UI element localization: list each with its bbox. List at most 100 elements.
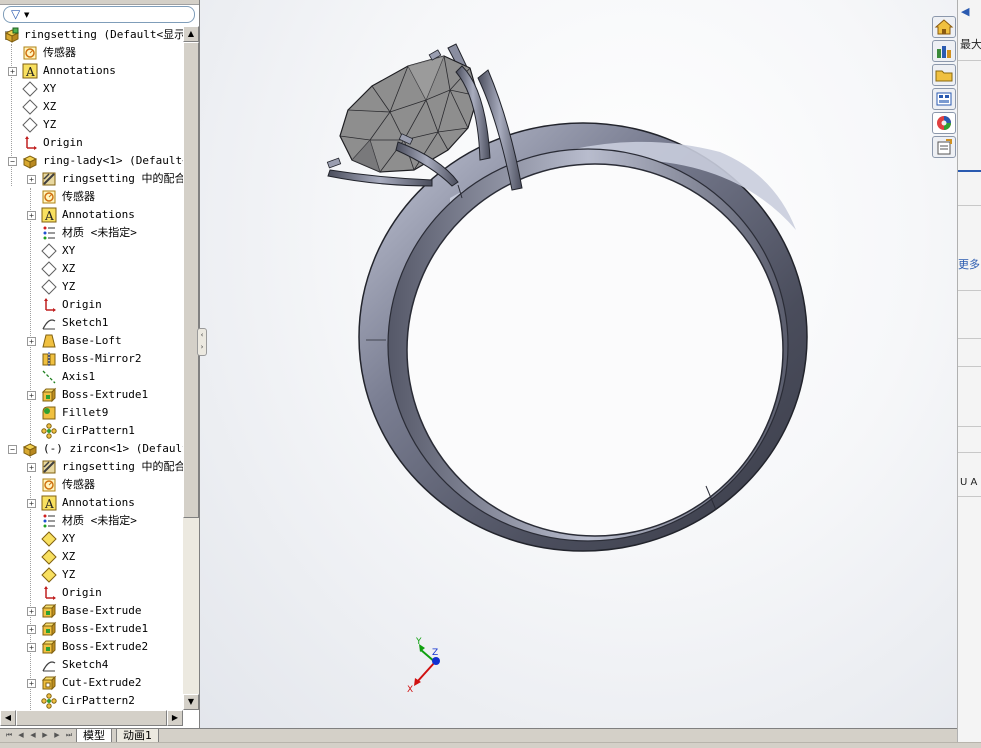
scroll-down-button[interactable]: ▼ <box>183 694 199 710</box>
tree-item[interactable]: YZ <box>0 566 183 584</box>
tree-item[interactable]: + ringsetting 中的配合 <box>0 458 183 476</box>
tree-item[interactable]: Origin <box>0 134 183 152</box>
tab-motion-study[interactable]: 动画1 <box>116 729 159 743</box>
scroll-up-button[interactable]: ▲ <box>183 26 199 42</box>
design-library-icon[interactable] <box>932 40 956 62</box>
expand-icon[interactable]: + <box>27 463 36 472</box>
tree-item[interactable]: + Boss-Extrude1 <box>0 386 183 404</box>
sensor-icon <box>22 45 38 61</box>
tree-item-label: ringsetting 中的配合 <box>62 460 183 473</box>
tree-item[interactable]: XY <box>0 80 183 98</box>
tree-item[interactable]: Sketch4 <box>0 656 183 674</box>
expand-icon[interactable]: + <box>27 625 36 634</box>
svg-text:A: A <box>44 497 54 511</box>
adjacent-window-link[interactable]: 更多 <box>958 258 980 272</box>
scroll-left-button[interactable]: ◀ <box>0 710 16 726</box>
expand-icon[interactable]: + <box>27 337 36 346</box>
collapse-icon[interactable]: − <box>8 157 17 166</box>
view-palette-icon[interactable] <box>932 88 956 110</box>
tree-item[interactable]: + A Annotations <box>0 206 183 224</box>
tree-item[interactable]: YZ <box>0 116 183 134</box>
next-tab-icon[interactable]: ▶ <box>40 730 50 741</box>
expand-icon[interactable]: + <box>27 499 36 508</box>
expand-icon[interactable]: + <box>27 175 36 184</box>
tree-horizontal-scrollbar[interactable]: ◀ ▶ <box>0 710 183 726</box>
tree-item[interactable]: + Cut-Extrude2 <box>0 674 183 692</box>
annotations-icon: A <box>41 495 57 511</box>
tree-item[interactable]: CirPattern1 <box>0 422 183 440</box>
loft-icon <box>41 333 57 349</box>
tree-vertical-scrollbar[interactable]: ▲ ▼ <box>183 26 199 710</box>
tree-item[interactable]: −ringsetting (Default<显示 <box>0 26 183 44</box>
tree-item[interactable]: 传感器 <box>0 476 183 494</box>
tree-item[interactable]: + Base-Loft <box>0 332 183 350</box>
tab-model[interactable]: 模型 <box>76 729 112 743</box>
status-bar <box>0 742 981 748</box>
tree-item[interactable]: Fillet9 <box>0 404 183 422</box>
mates-icon <box>41 459 57 475</box>
expand-icon[interactable]: + <box>8 67 17 76</box>
tree-item[interactable]: 材质 <未指定> <box>0 224 183 242</box>
tree-item[interactable]: 传感器 <box>0 44 183 62</box>
tree-item[interactable]: + A Annotations <box>0 62 183 80</box>
cut-extrude-icon <box>41 675 57 691</box>
solidworks-window: ▽ ▼ −ringsetting (Default<显示传感器+AAnnotat… <box>0 0 981 748</box>
tree-item[interactable]: − (-) zircon<1> (Default< <box>0 440 183 458</box>
tree-item[interactable]: Origin <box>0 296 183 314</box>
tree-item-label: Annotations <box>62 496 135 509</box>
expand-icon[interactable]: + <box>27 211 36 220</box>
tree-item-label: Sketch4 <box>62 658 109 671</box>
feature-filter-input[interactable]: ▽ ▼ <box>3 6 195 23</box>
file-explorer-icon[interactable] <box>932 64 956 86</box>
tree-item[interactable]: + Boss-Extrude2 <box>0 638 183 656</box>
chevron-down-icon[interactable]: ▼ <box>24 8 29 22</box>
expand-icon[interactable]: + <box>27 679 36 688</box>
adjacent-window-text: U A <box>960 477 978 488</box>
first-tab-icon[interactable]: ⏮ <box>4 730 14 741</box>
tree-item[interactable]: Sketch1 <box>0 314 183 332</box>
custom-properties-icon[interactable] <box>932 136 956 158</box>
tree-item[interactable]: + Base-Extrude <box>0 602 183 620</box>
scroll-thumb[interactable] <box>16 710 167 726</box>
prev-tab-icon[interactable]: ◀ <box>28 730 38 741</box>
ring-band[interactable] <box>358 122 808 552</box>
prev-tab-icon[interactable]: ◀ <box>16 730 26 741</box>
expand-icon[interactable]: + <box>27 607 36 616</box>
last-tab-icon[interactable]: ⏭ <box>64 730 74 741</box>
tree-item[interactable]: 材质 <未指定> <box>0 512 183 530</box>
tree-item[interactable]: XZ <box>0 548 183 566</box>
appearances-icon[interactable] <box>932 112 956 134</box>
tree-item[interactable]: XY <box>0 530 183 548</box>
tree-item[interactable]: 传感器 <box>0 188 183 206</box>
scroll-thumb[interactable] <box>183 42 199 518</box>
scroll-right-button[interactable]: ▶ <box>167 710 183 726</box>
tree-item[interactable]: XZ <box>0 260 183 278</box>
tree-item[interactable]: + Boss-Extrude1 <box>0 620 183 638</box>
part-icon <box>22 153 38 169</box>
expand-icon[interactable]: + <box>27 643 36 652</box>
tree-item[interactable]: + ringsetting 中的配合 <box>0 170 183 188</box>
tree-item[interactable]: Axis1 <box>0 368 183 386</box>
sketch-icon <box>41 315 57 331</box>
collapse-icon[interactable]: − <box>8 445 17 454</box>
extrude-icon <box>41 387 57 403</box>
sensor-icon <box>41 189 57 205</box>
tree-item[interactable]: − ring-lady<1> (Default<< <box>0 152 183 170</box>
tree-item[interactable]: CirPattern2 <box>0 692 183 710</box>
filter-icon[interactable]: ▽ <box>11 7 20 22</box>
tree-item[interactable]: YZ <box>0 278 183 296</box>
next-tab-icon[interactable]: ▶ <box>52 730 62 741</box>
panel-collapse-handle[interactable]: ‹ › <box>197 328 207 356</box>
plane-icon <box>41 261 57 277</box>
tree-item[interactable]: + A Annotations <box>0 494 183 512</box>
tree-item[interactable]: XY <box>0 242 183 260</box>
tree-item[interactable]: XZ <box>0 98 183 116</box>
tree-item-label: 传感器 <box>62 478 95 491</box>
graphics-viewport[interactable]: Y X Z <box>200 0 957 728</box>
tree-item[interactable]: Boss-Mirror2 <box>0 350 183 368</box>
home-icon[interactable] <box>932 16 956 38</box>
back-arrow-icon[interactable]: ◀ <box>961 5 969 19</box>
ring-model[interactable] <box>200 0 957 728</box>
expand-icon[interactable]: + <box>27 391 36 400</box>
tree-item[interactable]: Origin <box>0 584 183 602</box>
